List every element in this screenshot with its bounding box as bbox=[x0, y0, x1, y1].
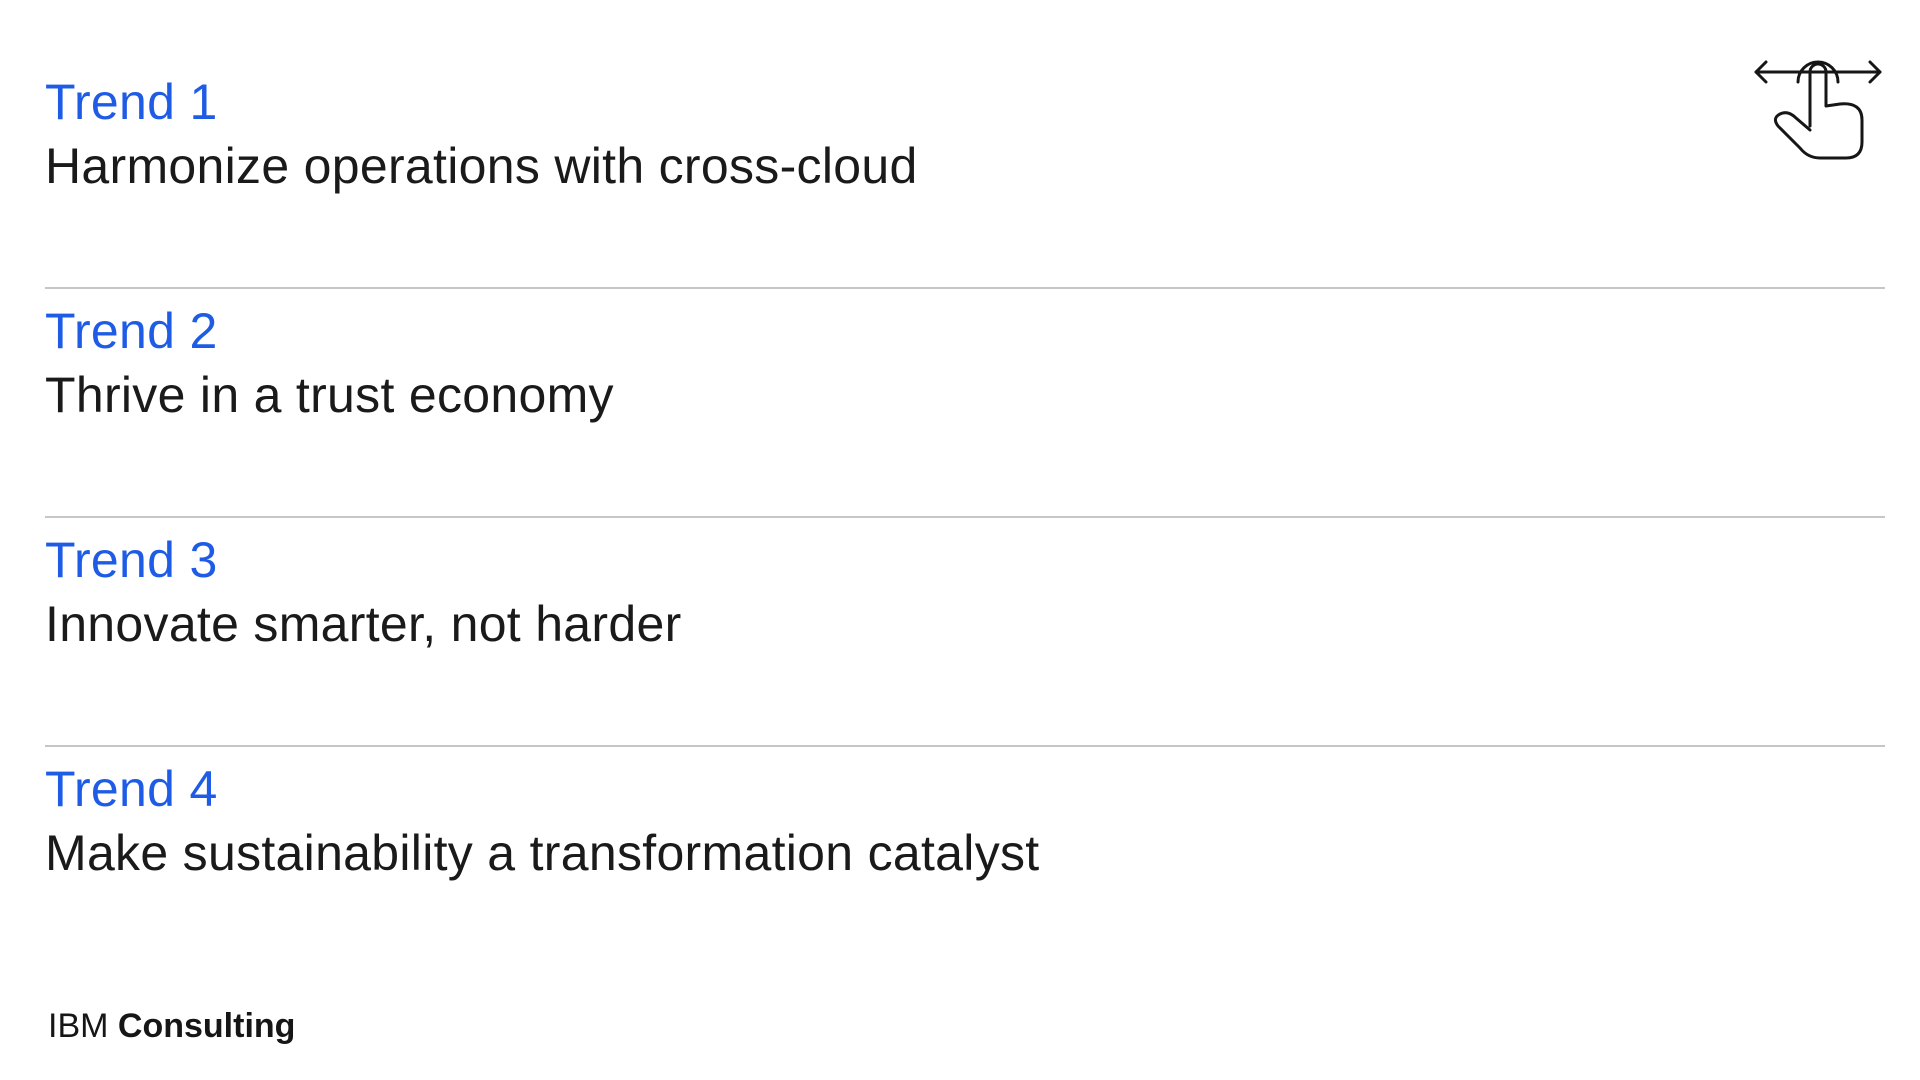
trend-title: Harmonize operations with cross-cloud bbox=[45, 138, 918, 194]
trend-title: Innovate smarter, not harder bbox=[45, 596, 682, 652]
trend-title: Make sustainability a transformation cat… bbox=[45, 825, 1040, 881]
brand-ibm-text: IBM bbox=[48, 1007, 109, 1045]
trend-label: Trend 4 bbox=[45, 761, 218, 817]
trend-label: Trend 1 bbox=[45, 74, 218, 130]
brand-consulting-text: Consulting bbox=[117, 1007, 296, 1045]
trend-label: Trend 3 bbox=[45, 532, 218, 588]
trend-list: Trend 1 Harmonize operations with cross-… bbox=[45, 60, 1885, 976]
trend-item-4[interactable]: Trend 4 Make sustainability a transforma… bbox=[45, 747, 1885, 976]
swipe-gesture-icon bbox=[1754, 60, 1882, 160]
trend-item-3[interactable]: Trend 3 Innovate smarter, not harder bbox=[45, 518, 1885, 747]
trend-item-1[interactable]: Trend 1 Harmonize operations with cross-… bbox=[45, 60, 1885, 289]
trend-label: Trend 2 bbox=[45, 303, 218, 359]
trend-title: Thrive in a trust economy bbox=[45, 367, 614, 423]
ibm-consulting-logo: IBM Consulting bbox=[48, 1006, 295, 1046]
trend-item-2[interactable]: Trend 2 Thrive in a trust economy bbox=[45, 289, 1885, 518]
